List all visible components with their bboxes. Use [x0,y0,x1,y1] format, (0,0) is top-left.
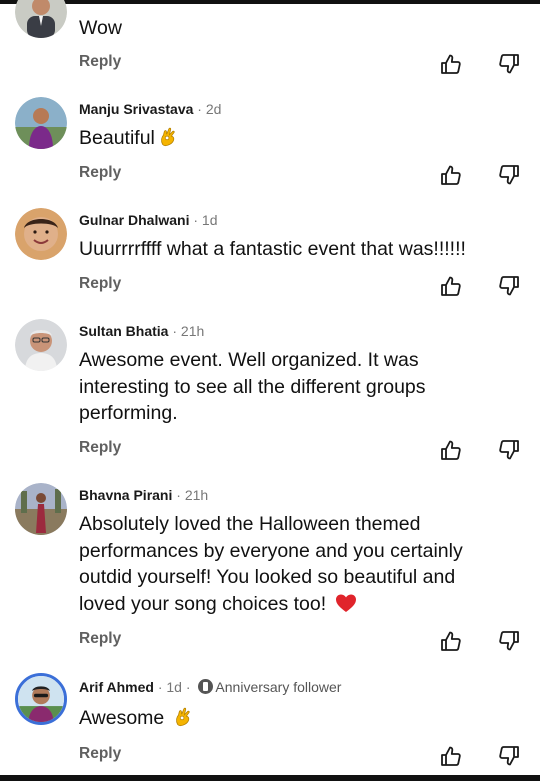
meta-separator: · [176,487,181,503]
comment-text-container: Beautiful [79,125,519,152]
red-heart-emoji [335,594,356,612]
reply-button[interactable]: Reply [79,630,121,648]
thumbs-down-icon[interactable] [497,629,521,653]
comment-text-container: Awesome [79,705,519,732]
avatar[interactable] [15,673,67,725]
comment-text: Awesome [79,707,165,729]
reply-button[interactable]: Reply [79,164,121,182]
comment-time: 1d [201,212,218,228]
thumbs-down-icon[interactable] [497,52,521,76]
comment-time: 21h [184,487,209,503]
thumbs-up-icon[interactable] [439,274,463,298]
avatar[interactable] [15,319,67,371]
comment-text: Awesome event. Well organized. It was in… [79,349,426,424]
comment-text: Beautiful [79,127,155,149]
reply-button[interactable]: Reply [79,439,121,457]
meta-separator: · [197,101,202,117]
ok-hand-emoji [175,707,190,727]
comment-author[interactable]: Gulnar Dhalwani [79,212,189,228]
meta-separator: · [172,323,178,339]
thumbs-down-icon[interactable] [497,744,521,768]
thumbs-up-icon[interactable] [439,163,463,187]
comment-time: 21h [180,323,205,339]
thumbs-down-icon[interactable] [497,163,521,187]
reply-button[interactable]: Reply [79,53,121,71]
comment-text: Wow [79,17,122,39]
follower-badge-label: Anniversary follower [215,679,342,695]
thumbs-up-icon[interactable] [439,52,463,76]
top-screen-edge [0,0,540,4]
ok-hand-emoji [161,127,175,147]
comment-author[interactable]: Manju Srivastava [79,101,193,117]
thumbs-up-icon[interactable] [439,629,463,653]
thumbs-up-icon[interactable] [439,744,463,768]
reply-button[interactable]: Reply [79,275,121,293]
comment-author[interactable]: Arif Ahmed [79,679,154,695]
reply-button[interactable]: Reply [79,745,121,763]
meta-separator: · [157,679,163,695]
anniversary-badge-icon [198,679,214,694]
thumbs-down-icon[interactable] [497,274,521,298]
avatar[interactable] [15,208,67,260]
avatar[interactable] [15,97,67,149]
bottom-screen-edge [0,775,540,781]
comment-text-container: Absolutely loved the Halloween themed pe… [79,511,494,617]
avatar[interactable] [15,483,67,535]
thumbs-up-icon[interactable] [439,438,463,462]
meta-separator: · [193,212,199,228]
comment-author[interactable]: Sultan Bhatia [79,323,168,339]
meta-separator: · [185,679,191,695]
comment-time: 1d [166,679,182,695]
comment-author[interactable]: Bhavna Pirani [79,487,172,503]
avatar[interactable] [15,0,67,38]
thumbs-down-icon[interactable] [497,438,521,462]
comment-text: Uuurrrrffff what a fantastic event that … [79,238,466,260]
comment-text: Absolutely loved the Halloween themed pe… [79,513,463,615]
comment-time: 2d [205,101,222,117]
